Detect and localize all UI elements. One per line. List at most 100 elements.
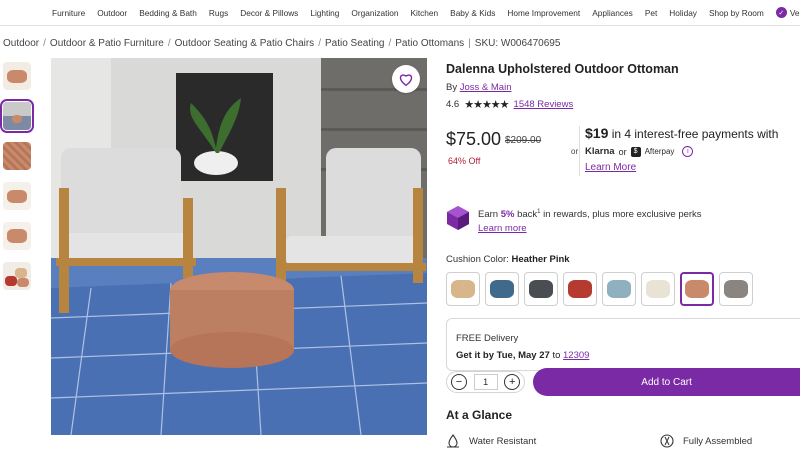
- payment-learn-more-link[interactable]: Learn More: [585, 162, 636, 173]
- swatch-8[interactable]: [719, 272, 753, 307]
- thumbnail-pouf: [12, 115, 22, 123]
- sale-price: $75.00: [446, 129, 502, 149]
- swatch-2[interactable]: [485, 272, 519, 307]
- by-prefix: By: [446, 82, 458, 93]
- thumbnail-pouf: [7, 70, 27, 83]
- swatch-6[interactable]: [641, 272, 675, 307]
- nav-item-rugs[interactable]: Rugs: [209, 8, 228, 18]
- swatch-color: [451, 280, 475, 299]
- quantity-stepper: − 1 +: [446, 371, 526, 393]
- quantity-input[interactable]: 1: [473, 374, 498, 390]
- nav-item-baby-kids[interactable]: Baby & Kids: [450, 8, 495, 18]
- water-drop-icon: [447, 434, 459, 448]
- delivery-estimate: Get it by Tue, May 27 to 12309: [456, 350, 796, 361]
- info-icon[interactable]: i: [682, 146, 694, 157]
- feature-label: Fully Assembled: [683, 435, 753, 447]
- breadcrumb: Outdoor / Outdoor & Patio Furniture / Ou…: [3, 38, 560, 49]
- rewards-back: back: [517, 209, 538, 221]
- price-block: $75.00 $209.00 64% Off or $19 in 4 inter…: [446, 121, 800, 183]
- installment-offer: $19 in 4 interest-free payments with: [585, 125, 778, 141]
- nav-item-holiday[interactable]: Holiday: [669, 8, 697, 18]
- rewards-cube-icon: [446, 205, 470, 231]
- swatch-1[interactable]: [446, 272, 480, 307]
- swatch-color: [568, 280, 592, 299]
- free-delivery-label: FREE Delivery: [456, 333, 519, 345]
- delivery-box: FREE Delivery Get it by Tue, May 27 to 1…: [446, 318, 800, 372]
- rewards-rest: in rewards, plus more exclusive perks: [543, 209, 702, 221]
- color-label-prefix: Cushion Color:: [446, 254, 509, 266]
- swatch-color: [685, 280, 709, 299]
- swatch-color: [490, 280, 514, 299]
- brand-line: By Joss & Main: [446, 82, 800, 93]
- thumbnail-pouf: [7, 229, 27, 243]
- thumbnail-2[interactable]: [0, 99, 34, 133]
- nav-item-bedding-bath[interactable]: Bedding & Bath: [139, 8, 197, 18]
- swatch-7-selected[interactable]: [680, 272, 714, 307]
- color-label: Cushion Color: Heather Pink: [446, 254, 800, 265]
- afterpay-icon: $: [630, 146, 641, 157]
- rewards-banner: Earn 5% back1 in rewards, plus more excl…: [446, 205, 800, 236]
- feature-water-resistant: Water Resistant: [446, 434, 660, 448]
- thumbnail-1[interactable]: [3, 62, 31, 90]
- nav-item-appliances[interactable]: Appliances: [592, 8, 633, 18]
- breadcrumb-separator: /: [167, 38, 171, 49]
- cart-row: − 1 + Add to Cart: [446, 368, 800, 396]
- thumbnail-pouf: [7, 190, 27, 203]
- increase-quantity-button[interactable]: +: [504, 374, 521, 390]
- thumbnail-pouf-red: [5, 276, 17, 286]
- nav-item-home-improvement[interactable]: Home Improvement: [507, 8, 580, 18]
- patio-scene: [51, 58, 427, 435]
- assembled-icon: [660, 434, 674, 448]
- thumbnail-pouf-pink: [17, 278, 29, 287]
- payment-providers: Klarna or $ Afterpay i: [585, 146, 694, 157]
- decrease-quantity-button[interactable]: −: [451, 374, 467, 390]
- breadcrumb-separator: /: [318, 38, 321, 49]
- nav-item-furniture[interactable]: Furniture: [52, 8, 85, 18]
- afterpay-logo: Afterpay: [644, 147, 675, 156]
- swatch-5[interactable]: [602, 272, 636, 307]
- product-details: Dalenna Upholstered Outdoor Ottoman By J…: [446, 58, 800, 448]
- rating-row: 4.6 ★★★★★ 1548 Reviews: [446, 98, 800, 111]
- thumbnail-4[interactable]: [3, 182, 31, 210]
- breadcrumb-separator: /: [43, 38, 46, 49]
- breadcrumb-outdoor[interactable]: Outdoor: [3, 38, 39, 49]
- nav-item-organization[interactable]: Organization: [351, 8, 398, 18]
- nav-item-pet[interactable]: Pet: [645, 8, 657, 18]
- rewards-earn: Earn: [478, 209, 499, 221]
- delivery-date: Get it by Tue, May 27: [456, 350, 550, 362]
- breadcrumb-separator: |: [468, 38, 471, 49]
- breadcrumb-outdoor-patio-furniture[interactable]: Outdoor & Patio Furniture: [50, 38, 164, 49]
- rewards-learn-more-link[interactable]: Learn more: [478, 223, 527, 234]
- product-title: Dalenna Upholstered Outdoor Ottoman: [446, 62, 679, 76]
- swatch-color: [646, 280, 670, 299]
- swatch-color: [607, 280, 631, 299]
- nav-item-verified[interactable]: ✓ Verified: [775, 7, 800, 18]
- nav-item-shop-by-room[interactable]: Shop by Room: [709, 8, 764, 18]
- favorite-button[interactable]: [392, 65, 420, 93]
- nav-item-lighting[interactable]: Lighting: [310, 8, 339, 18]
- feature-fully-assembled: Fully Assembled: [660, 434, 800, 448]
- main-product-image[interactable]: [51, 58, 427, 435]
- breadcrumb-outdoor-seating[interactable]: Outdoor Seating & Patio Chairs: [175, 38, 315, 49]
- breadcrumb-patio-ottomans[interactable]: Patio Ottomans: [395, 38, 464, 49]
- sku-label: SKU: W006470695: [474, 38, 561, 49]
- nav-item-decor-pillows[interactable]: Decor & Pillows: [240, 8, 298, 18]
- nav-item-outdoor[interactable]: Outdoor: [97, 8, 127, 18]
- thumbnail-3[interactable]: [3, 142, 31, 170]
- feature-label: Water Resistant: [469, 435, 537, 447]
- nav-item-kitchen[interactable]: Kitchen: [410, 8, 438, 18]
- star-rating-icon: ★★★★★: [464, 99, 509, 111]
- thumbnail-5[interactable]: [3, 222, 31, 250]
- add-to-cart-button[interactable]: Add to Cart: [533, 368, 800, 396]
- heart-icon: [399, 73, 413, 86]
- swatch-4[interactable]: [563, 272, 597, 307]
- thumbnail-6[interactable]: [3, 262, 31, 290]
- verified-label: Verified: [789, 7, 800, 18]
- zip-code-link[interactable]: 12309: [563, 350, 589, 361]
- divider-line: [579, 126, 580, 176]
- breadcrumb-patio-seating[interactable]: Patio Seating: [325, 38, 385, 49]
- brand-link[interactable]: Joss & Main: [460, 82, 512, 93]
- swatch-3[interactable]: [524, 272, 558, 307]
- reviews-link[interactable]: 1548 Reviews: [514, 99, 574, 110]
- breadcrumb-separator: /: [388, 38, 392, 49]
